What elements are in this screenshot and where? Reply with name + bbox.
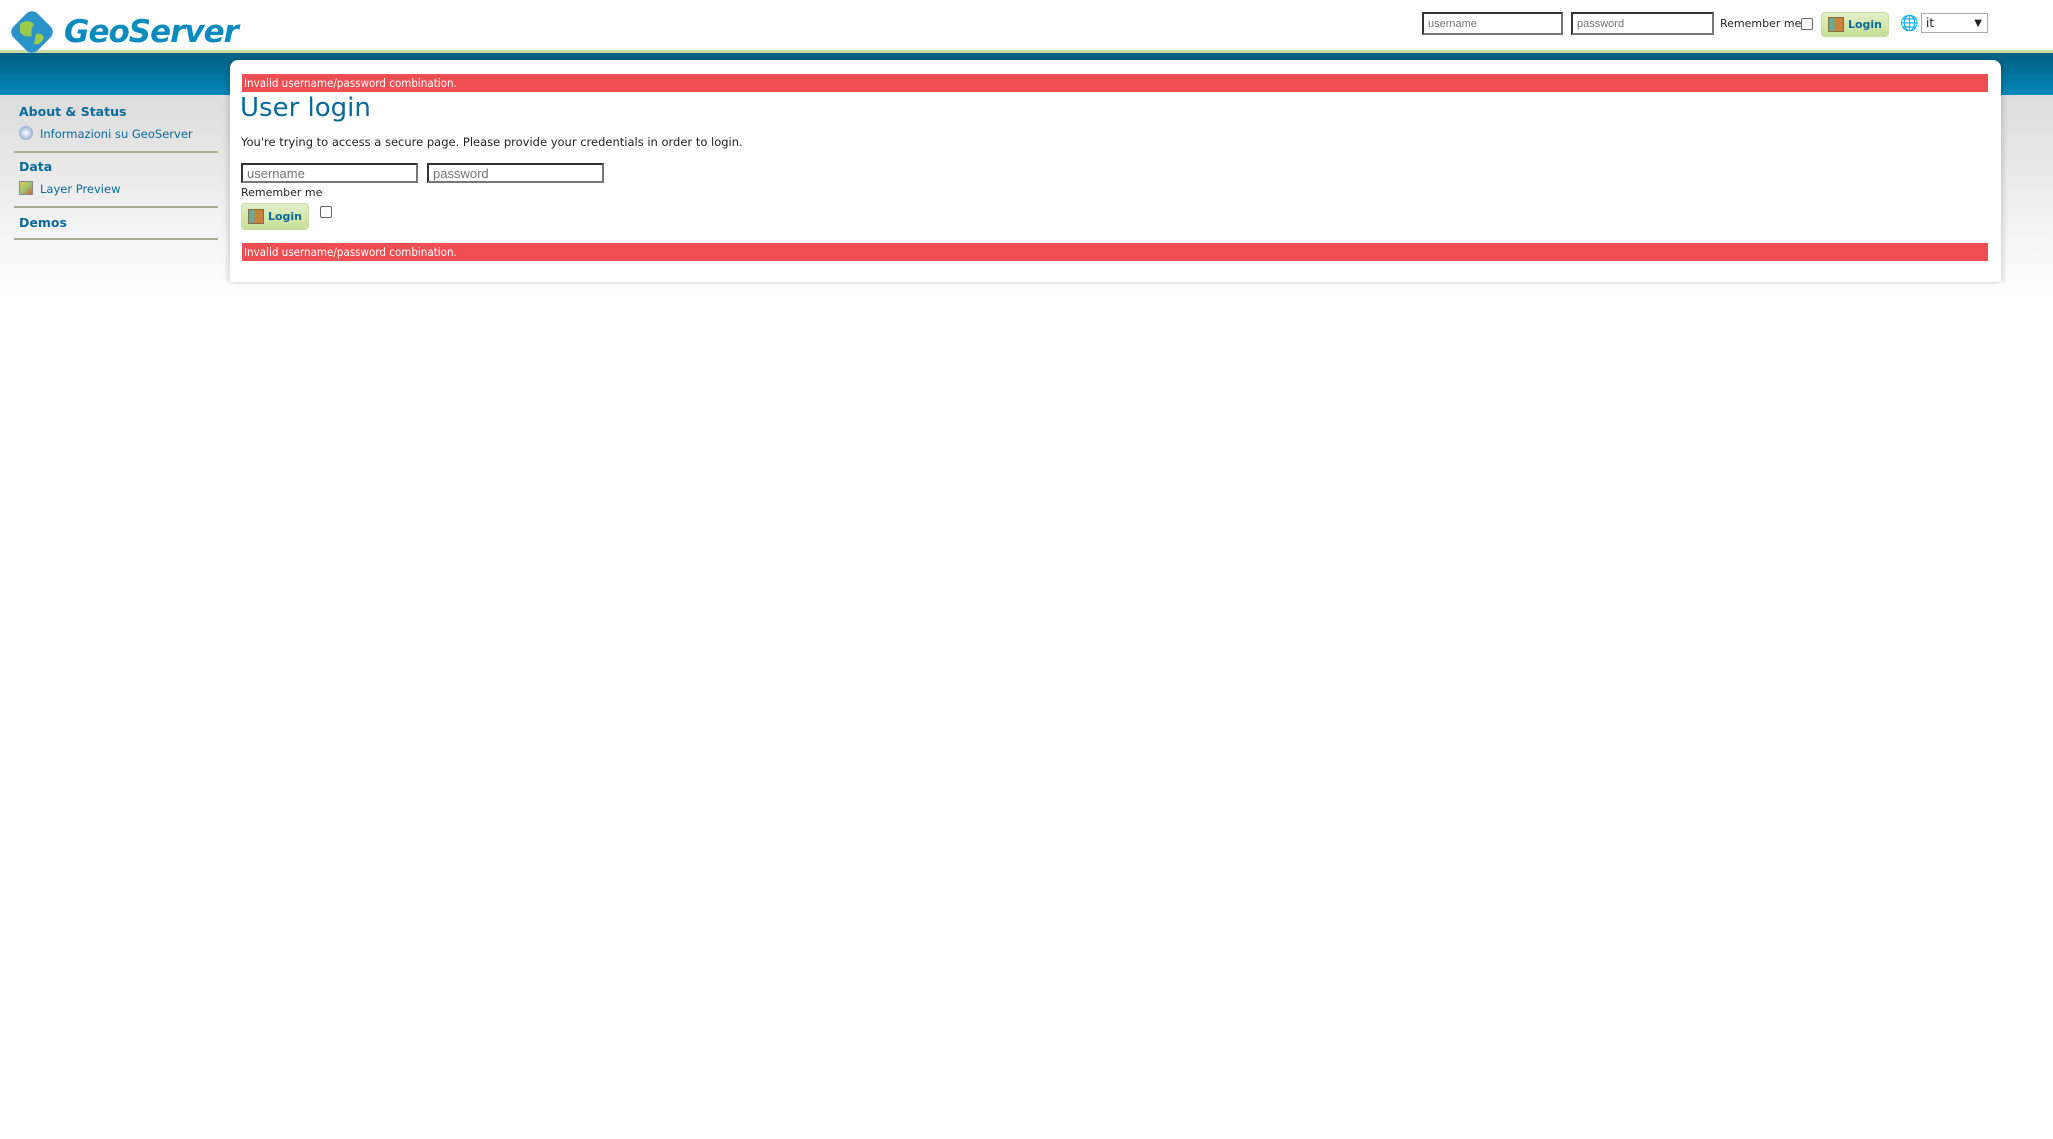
sidebar-section-demos[interactable]: Demos [19,215,67,230]
page-title: User login [240,93,371,123]
sidebar-section-about[interactable]: About & Status [19,104,126,119]
header-login-label: Login [1847,18,1883,31]
sidebar-section-data[interactable]: Data [19,159,52,174]
login-label: Login [267,210,303,223]
remember-me-checkbox[interactable] [320,206,332,218]
header-username-input[interactable] [1422,12,1563,35]
sidebar-divider [14,206,218,208]
info-icon [19,126,33,140]
login-button[interactable]: Login [241,203,309,230]
header-login-button[interactable]: Login [1821,12,1889,37]
header-remember-checkbox[interactable] [1801,18,1813,30]
globe-icon: 🌐 [1900,14,1919,32]
sidebar-item-informazioni[interactable]: Informazioni su GeoServer [40,127,193,141]
logo-text: GeoServer [64,14,239,50]
page-description: You're trying to access a secure page. P… [241,135,743,149]
sidebar-divider [14,151,218,153]
sidebar-divider [14,238,218,240]
error-message-top: Invalid username/password combination. [242,74,1988,92]
chevron-down-icon: ▼ [1974,17,1982,29]
header-password-input[interactable] [1571,12,1714,35]
language-value: it [1926,16,1935,30]
header-remember-label: Remember me [1720,17,1802,30]
layer-preview-icon [19,181,33,195]
remember-me-label: Remember me [241,186,323,199]
login-door-icon [247,209,264,224]
language-select[interactable]: it ▼ [1921,13,1988,33]
username-input[interactable] [241,163,418,183]
globe-logo-icon [11,11,53,53]
login-door-icon [1827,17,1844,32]
error-message-bottom: Invalid username/password combination. [242,243,1988,261]
sidebar-item-layer-preview[interactable]: Layer Preview [40,182,120,196]
password-input[interactable] [427,163,604,183]
geoserver-logo[interactable]: GeoServer [6,6,239,58]
